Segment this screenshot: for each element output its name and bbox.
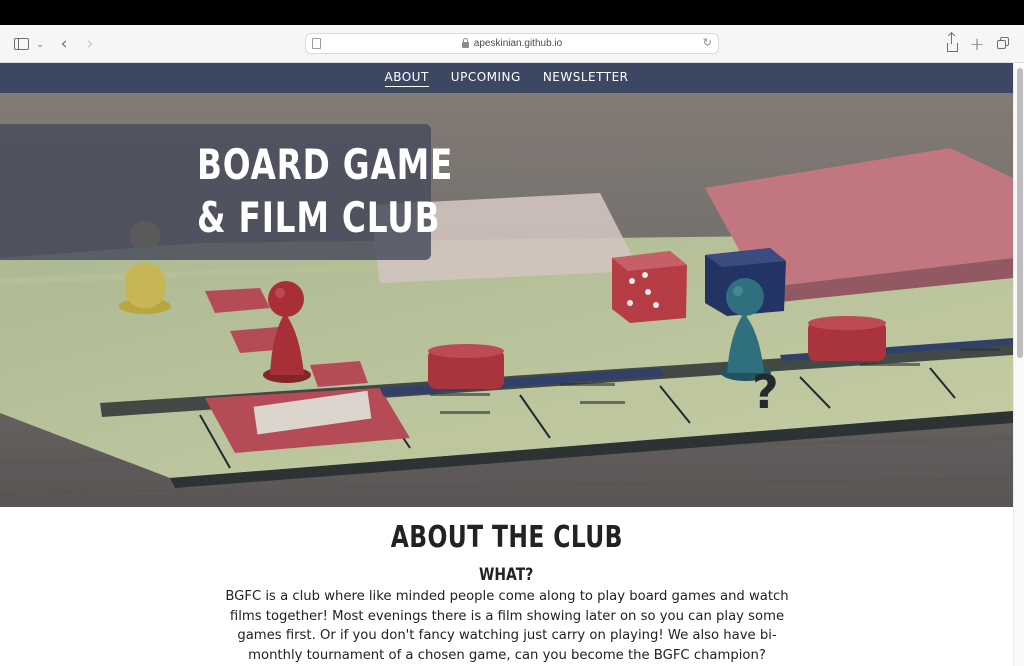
hero-title-panel: BOARD GAME & FILM CLUB	[0, 124, 452, 260]
hero-title-line2: & FILM CLUB	[197, 193, 441, 242]
page-scrollbar[interactable]	[1013, 63, 1024, 666]
about-heading: ABOUT THE CLUB	[0, 520, 1013, 555]
chevron-down-icon[interactable]: ⌄	[35, 35, 45, 53]
tabs-icon[interactable]	[997, 35, 1011, 53]
nav-about[interactable]: ABOUT	[384, 70, 429, 87]
what-heading-text: WHAT?	[479, 565, 534, 585]
what-heading: WHAT?	[0, 565, 1013, 585]
sidebar-icon[interactable]	[13, 35, 29, 53]
page-icon	[312, 38, 321, 49]
plus-icon[interactable]: +	[969, 34, 984, 55]
hero-title: BOARD GAME & FILM CLUB	[197, 138, 453, 244]
about-heading-text: ABOUT THE CLUB	[390, 520, 623, 555]
hero-title-line1: BOARD GAME	[197, 140, 454, 189]
reload-icon[interactable]: ↻	[703, 36, 712, 49]
nav-newsletter[interactable]: NEWSLETTER	[543, 70, 629, 86]
system-menu-bar	[0, 0, 1024, 25]
address-bar[interactable]: apeskinian.github.io ↻	[305, 33, 719, 54]
nav-upcoming[interactable]: UPCOMING	[451, 70, 521, 86]
scroll-thumb[interactable]	[1017, 68, 1023, 358]
url-text[interactable]: apeskinian.github.io	[474, 38, 562, 49]
site-nav: ABOUT UPCOMING NEWSLETTER	[0, 63, 1013, 93]
share-icon[interactable]	[945, 33, 959, 53]
back-icon[interactable]: ‹	[57, 34, 71, 54]
forward-icon[interactable]: ›	[83, 34, 97, 54]
about-body: BGFC is a club where like minded people …	[225, 589, 789, 663]
lock-icon	[461, 37, 469, 48]
